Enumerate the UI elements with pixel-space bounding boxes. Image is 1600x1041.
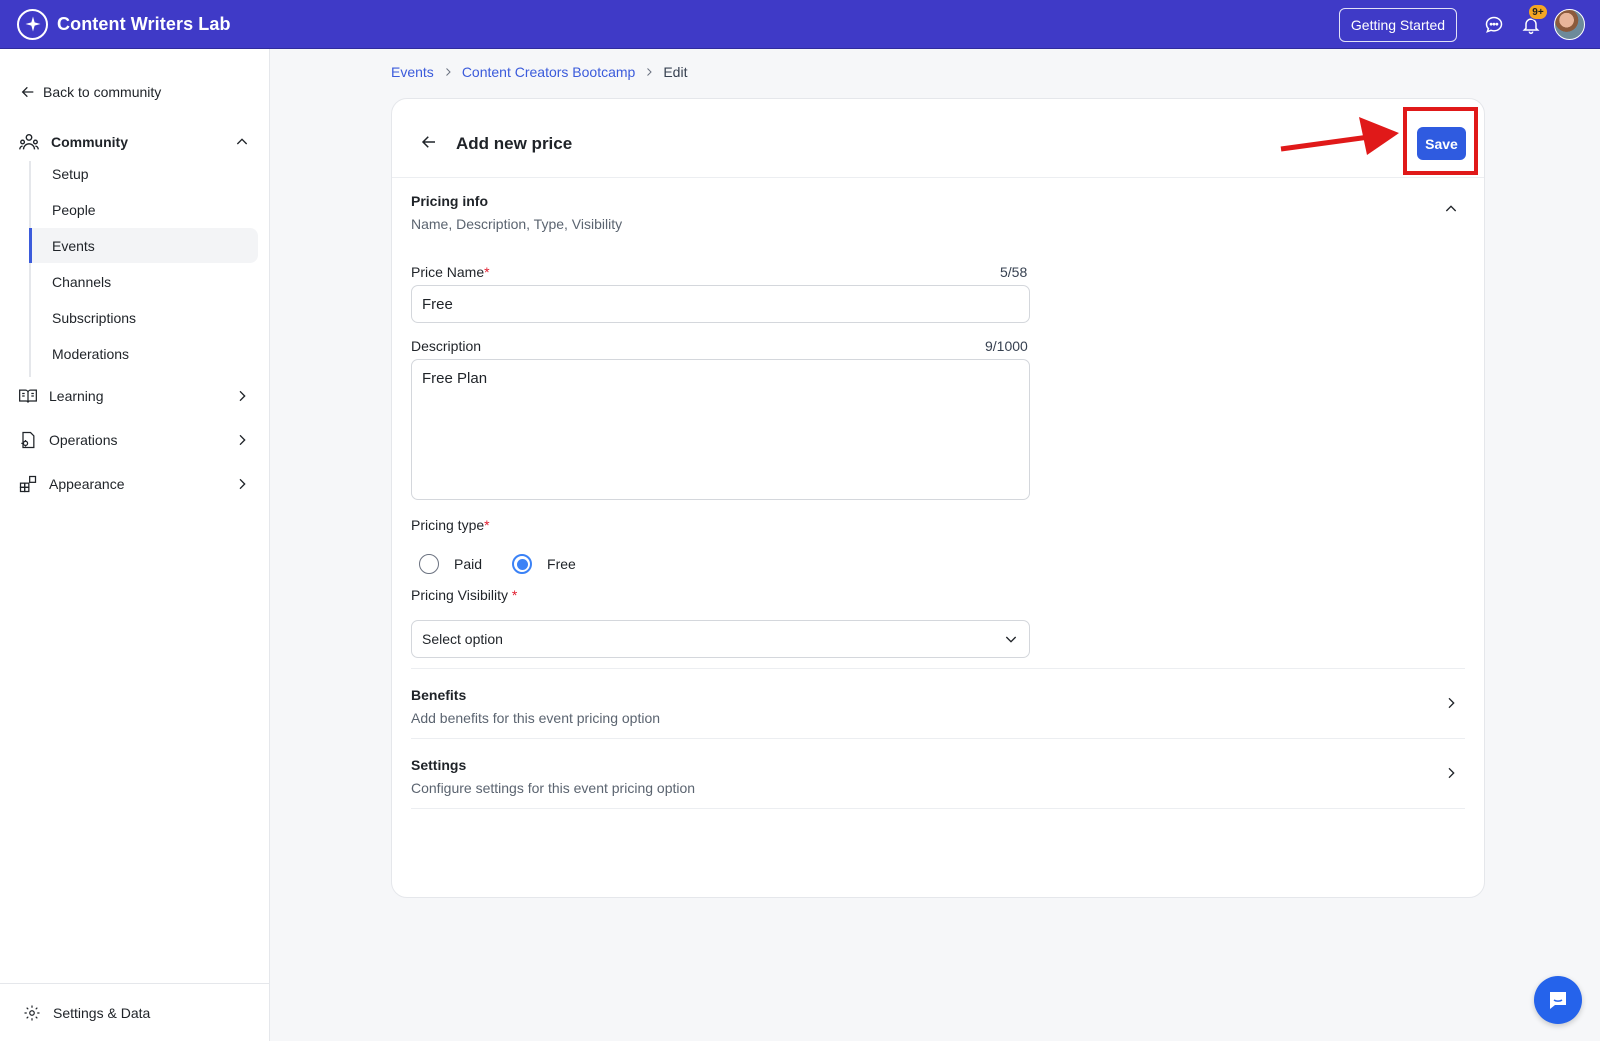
arrow-left-icon (21, 86, 34, 98)
section-subtitle: Configure settings for this event pricin… (411, 780, 696, 796)
sidebar-section-label: Community (51, 134, 128, 150)
price-name-input[interactable]: Free (411, 285, 1030, 323)
radio-free[interactable] (512, 554, 533, 574)
back-link-label: Back to community (43, 84, 162, 100)
save-button[interactable]: Save (1417, 127, 1466, 160)
pricing-type-radio-group: Paid Free (419, 554, 576, 574)
sidebar-section-label: Appearance (49, 476, 125, 492)
sidebar-section-learning[interactable]: Learning (18, 384, 254, 408)
getting-started-button[interactable]: Getting Started (1339, 8, 1457, 42)
gear-icon (24, 1005, 40, 1020)
pricing-visibility-label: Pricing Visibility * (411, 587, 518, 603)
section-title: Pricing info (411, 193, 488, 209)
chat-support-button[interactable] (1534, 976, 1582, 1024)
page-title: Add new price (456, 134, 573, 153)
chevron-right-icon (239, 478, 246, 490)
chat-icon[interactable] (1483, 14, 1505, 36)
annotation-arrow (1280, 117, 1399, 155)
description-label: Description (411, 338, 482, 354)
community-icon (19, 133, 39, 150)
breadcrumb-bootcamp[interactable]: Content Creators Bootcamp (462, 64, 636, 80)
appearance-icon (19, 475, 37, 493)
top-bar: Content Writers Lab Getting Started 9+ (0, 0, 1600, 49)
app-name: Content Writers Lab (57, 13, 231, 34)
sidebar-section-community[interactable]: Community (18, 130, 254, 154)
radio-paid[interactable] (419, 554, 439, 574)
sidebar-item-events[interactable]: Events (29, 228, 258, 263)
section-subtitle: Add benefits for this event pricing opti… (411, 710, 661, 726)
settings-data-link[interactable]: Settings & Data (0, 983, 270, 1041)
radio-paid-label[interactable]: Paid (454, 556, 482, 572)
sidebar-section-appearance[interactable]: Appearance (18, 472, 254, 496)
divider (411, 808, 1465, 809)
pricing-type-label: Pricing type* (411, 517, 490, 533)
sidebar-item-channels[interactable]: Channels (29, 264, 258, 299)
description-textarea[interactable]: Free Plan (411, 359, 1030, 500)
chevron-down-icon (1005, 636, 1017, 643)
description-value: Free Plan (422, 370, 488, 387)
sidebar-item-people[interactable]: People (29, 192, 258, 227)
sidebar-item-moderations[interactable]: Moderations (29, 336, 258, 371)
settings-section[interactable]: Settings Configure settings for this eve… (411, 739, 1465, 809)
price-name-value: Free (422, 295, 453, 313)
chevron-right-icon (442, 66, 454, 78)
select-placeholder: Select option (422, 631, 503, 647)
sidebar-item-setup[interactable]: Setup (29, 156, 258, 191)
brand[interactable]: Content Writers Lab (17, 8, 231, 40)
avatar[interactable] (1554, 9, 1585, 40)
settings-data-label: Settings & Data (53, 1004, 151, 1021)
description-counter: 9/1000 (985, 338, 1028, 354)
pricing-info-section[interactable]: Pricing info Name, Description, Type, Vi… (411, 193, 1465, 232)
chevron-right-icon (643, 66, 655, 78)
price-name-counter: 5/58 (1000, 264, 1028, 280)
card-header: Add new price Save (392, 99, 1484, 178)
book-icon (19, 389, 37, 403)
breadcrumb: Events Content Creators Bootcamp Edit (391, 64, 687, 80)
chevron-right-icon (1448, 697, 1455, 709)
chat-bubble-icon (1550, 992, 1566, 1009)
sidebar-item-subscriptions[interactable]: Subscriptions (29, 300, 258, 335)
price-form-card: Add new price Save Pricing info Name, De… (391, 98, 1485, 898)
breadcrumb-current: Edit (663, 64, 688, 80)
sidebar-section-label: Operations (49, 432, 118, 448)
chevron-up-icon (236, 138, 248, 145)
arrow-left-icon[interactable] (420, 133, 438, 156)
section-title: Benefits (411, 687, 467, 703)
operations-icon (21, 431, 35, 449)
radio-free-label[interactable]: Free (547, 556, 576, 572)
price-name-label: Price Name* (411, 264, 490, 280)
pricing-visibility-select[interactable]: Select option (411, 620, 1030, 658)
chevron-right-icon (1448, 767, 1455, 779)
section-subtitle: Name, Description, Type, Visibility (411, 216, 623, 232)
notification-badge: 9+ (1528, 4, 1548, 20)
chevron-right-icon (239, 434, 246, 446)
sidebar-section-label: Learning (49, 388, 104, 404)
chevron-right-icon (239, 390, 246, 402)
breadcrumb-events[interactable]: Events (391, 64, 434, 80)
benefits-section[interactable]: Benefits Add benefits for this event pri… (411, 669, 1465, 739)
back-to-community-link[interactable]: Back to community (20, 84, 161, 100)
sidebar: Back to community Community Setup People… (0, 49, 270, 1041)
sidebar-section-operations[interactable]: Operations (18, 428, 254, 452)
sparkle-logo-icon (17, 8, 48, 40)
chevron-up-icon[interactable] (1443, 201, 1459, 217)
section-title: Settings (411, 757, 467, 773)
